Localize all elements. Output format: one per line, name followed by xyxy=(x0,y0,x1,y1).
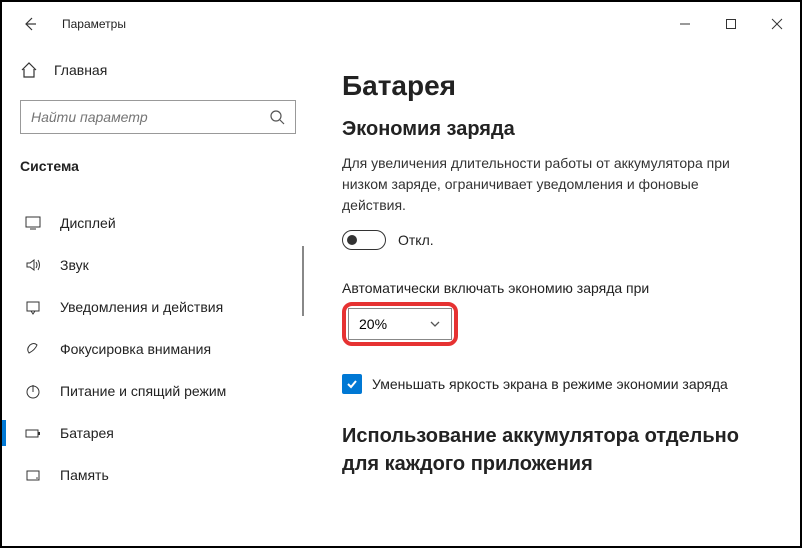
nav-item-sound[interactable]: Звук xyxy=(20,244,288,286)
search-box[interactable] xyxy=(20,100,296,134)
nav-item-notifications[interactable]: Уведомления и действия xyxy=(20,286,288,328)
maximize-button[interactable] xyxy=(708,2,754,46)
window-title: Параметры xyxy=(62,17,126,31)
focus-icon xyxy=(22,340,44,358)
nav-label: Звук xyxy=(60,257,89,273)
nav-label: Уведомления и действия xyxy=(60,299,223,315)
scroll-indicator xyxy=(302,246,304,316)
storage-icon xyxy=(22,466,44,484)
back-button[interactable] xyxy=(16,10,44,38)
search-icon xyxy=(269,109,285,125)
nav-item-power[interactable]: Питание и спящий режим xyxy=(20,370,288,412)
reduce-brightness-label: Уменьшать яркость экрана в режиме эконом… xyxy=(372,376,728,392)
home-label: Главная xyxy=(54,62,107,78)
nav-item-battery[interactable]: Батарея xyxy=(20,412,288,454)
section-heading: Экономия заряда xyxy=(342,118,776,141)
battery-saver-toggle[interactable] xyxy=(342,230,386,250)
search-input[interactable] xyxy=(31,109,251,125)
usage-heading: Использование аккумулятора отдельно для … xyxy=(342,422,776,478)
home-link[interactable]: Главная xyxy=(20,50,288,90)
highlight-box: 20% xyxy=(342,302,458,346)
nav-label: Фокусировка внимания xyxy=(60,341,211,357)
section-description: Для увеличения длительности работы от ак… xyxy=(342,153,732,216)
nav-label: Батарея xyxy=(60,425,114,441)
nav-item-focus[interactable]: Фокусировка внимания xyxy=(20,328,288,370)
nav-label: Питание и спящий режим xyxy=(60,383,226,399)
page-title: Батарея xyxy=(342,70,776,102)
nav-item-display[interactable]: Дисплей xyxy=(20,202,288,244)
home-icon xyxy=(20,61,44,79)
nav-label: Память xyxy=(60,467,109,483)
nav-item-storage[interactable]: Память xyxy=(20,454,288,496)
notifications-icon xyxy=(22,298,44,316)
threshold-dropdown[interactable]: 20% xyxy=(348,308,452,340)
display-icon xyxy=(22,214,44,232)
threshold-value: 20% xyxy=(359,316,387,332)
sound-icon xyxy=(22,256,44,274)
toggle-state-label: Откл. xyxy=(398,232,434,248)
chevron-down-icon xyxy=(429,318,441,330)
battery-icon xyxy=(22,424,44,442)
minimize-button[interactable] xyxy=(662,2,708,46)
nav-label: Дисплей xyxy=(60,215,116,231)
category-heading: Система xyxy=(20,158,288,174)
power-icon xyxy=(22,382,44,400)
reduce-brightness-checkbox[interactable] xyxy=(342,374,362,394)
close-button[interactable] xyxy=(754,2,800,46)
auto-on-label: Автоматически включать экономию заряда п… xyxy=(342,280,776,296)
